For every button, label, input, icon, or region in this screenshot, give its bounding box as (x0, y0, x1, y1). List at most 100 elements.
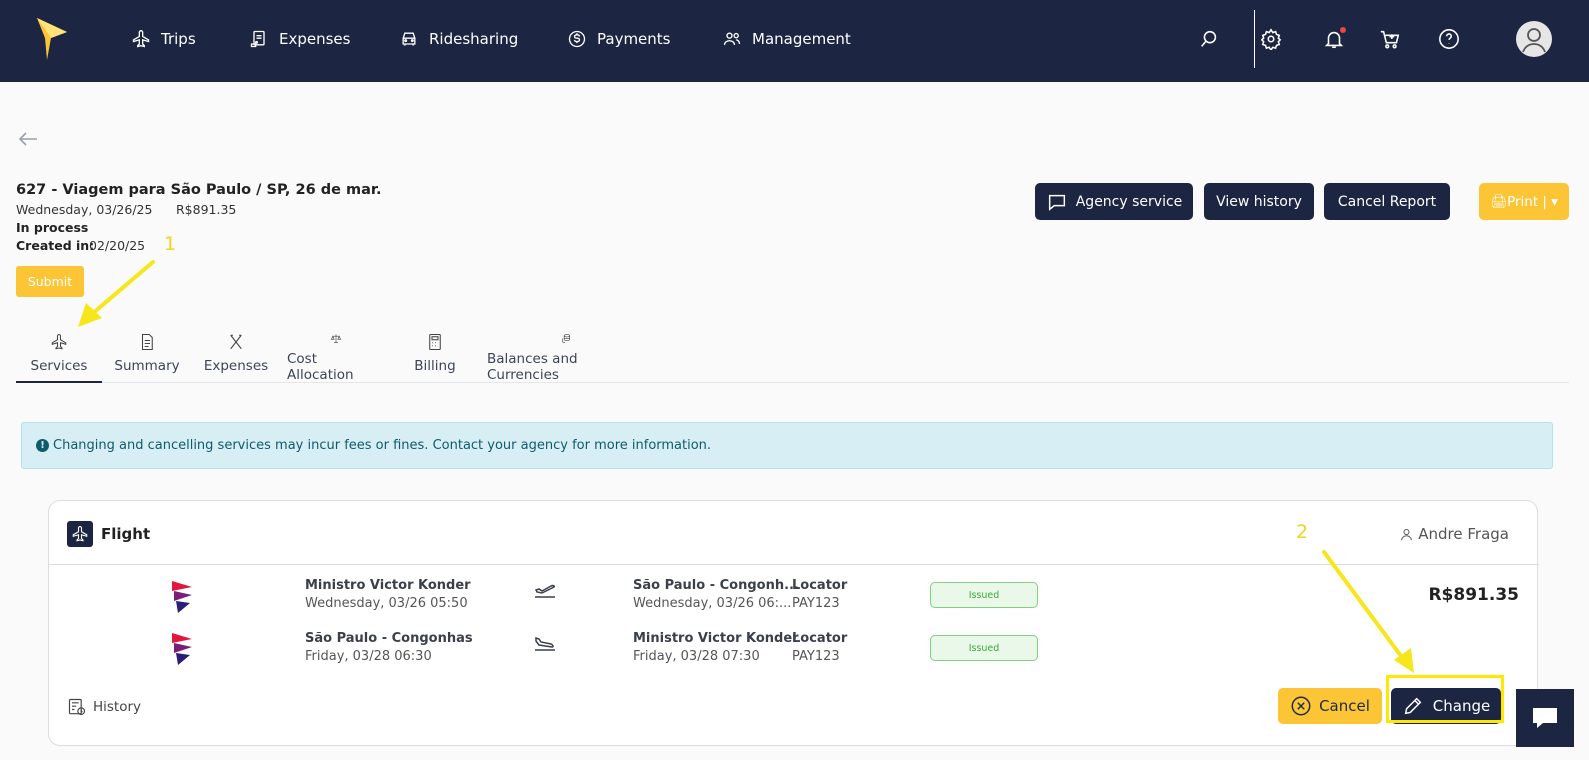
cancel-report-button[interactable]: Cancel Report (1324, 183, 1450, 220)
created-label: Created in: (16, 238, 95, 253)
locator-value: PAY123 (792, 649, 840, 664)
notifications-button[interactable] (1321, 26, 1347, 52)
cancel-service-button[interactable]: Cancel (1278, 688, 1382, 724)
back-button[interactable] (17, 130, 39, 148)
close-circle-icon (1291, 696, 1311, 716)
chat-widget-button[interactable] (1516, 689, 1574, 747)
submit-button[interactable]: Submit (16, 266, 84, 297)
status-badge: Issued (930, 635, 1038, 661)
traveler-name: Andre Fraga (1399, 525, 1509, 543)
calculator-icon (429, 333, 441, 351)
created-value: 02/20/25 (89, 238, 146, 253)
nav-ridesharing-label: Ridesharing (429, 30, 519, 48)
car-icon (402, 32, 416, 46)
info-alert: ! Changing and cancelling services may i… (21, 422, 1553, 469)
cart-button[interactable] (1377, 26, 1403, 52)
flight-price: R$891.35 (1428, 585, 1519, 605)
tab-balances-label: Balances and Currencies (487, 351, 578, 383)
alert-text: Changing and cancelling services may inc… (53, 438, 712, 453)
nav-trips[interactable]: Trips (131, 26, 196, 52)
scale-icon (330, 334, 341, 343)
cart-icon (1380, 30, 1400, 49)
tab-balances-currencies[interactable]: Balances and Currencies (487, 333, 645, 383)
view-history-button[interactable]: View history (1204, 183, 1314, 220)
status-badge: Issued (930, 582, 1038, 608)
notification-dot (1340, 27, 1346, 33)
tab-summary[interactable]: Summary (114, 333, 180, 383)
search-button[interactable] (1196, 26, 1222, 52)
locator-label: Locator (792, 631, 848, 646)
users-icon (723, 32, 741, 45)
flight-card: Flight Andre Fraga Ministro Victor Konde… (48, 500, 1539, 746)
search-icon (1201, 30, 1217, 47)
airline-logo (170, 579, 194, 615)
history-link[interactable]: History (67, 697, 141, 717)
history-icon (68, 698, 86, 716)
landing-icon (533, 632, 557, 652)
segment-origin: Ministro Victor Konder (305, 578, 471, 593)
nav-management[interactable]: Management (722, 26, 851, 52)
annotation-number: 1 (164, 233, 177, 255)
agency-service-button[interactable]: Agency service (1035, 183, 1193, 220)
top-navbar: Trips Expenses Ridesharing Payments Mana… (0, 0, 1589, 82)
avatar[interactable] (1516, 21, 1552, 57)
pencil-icon (1404, 697, 1422, 715)
nav-payments[interactable]: Payments (567, 26, 670, 52)
tab-billing-label: Billing (414, 358, 456, 374)
agency-service-label: Agency service (1075, 193, 1183, 210)
traveler-label: Andre Fraga (1418, 525, 1509, 543)
nav-management-label: Management (752, 30, 851, 48)
change-service-button[interactable]: Change (1391, 688, 1501, 724)
takeoff-icon (533, 579, 557, 599)
segment-departure: Wednesday, 03/26 05:50 (305, 596, 468, 611)
chat-icon (1533, 708, 1557, 728)
segment-arrival: Wednesday, 03/26 06:... (633, 596, 792, 611)
tab-expenses-label: Expenses (203, 358, 269, 374)
airline-logo (170, 631, 194, 667)
cancel-label: Cancel (1319, 697, 1370, 715)
utensils-icon (230, 334, 242, 350)
arrow-left-icon (18, 132, 37, 146)
user-icon (1401, 528, 1413, 540)
tab-services[interactable]: Services (30, 333, 88, 383)
gear-icon (1260, 28, 1282, 50)
tab-cost-allocation-label: Cost Allocation (287, 351, 354, 383)
nav-divider (1254, 10, 1255, 68)
nav-payments-label: Payments (597, 30, 671, 48)
annotation-number: 2 (1296, 521, 1309, 543)
settings-button[interactable] (1258, 26, 1284, 52)
exclamation-icon: ! (36, 439, 49, 452)
report-date: Wednesday, 03/26/25 (16, 202, 153, 217)
print-button[interactable]: 🖨Print | ▾ (1479, 183, 1569, 220)
segment-arrival: Friday, 03/28 07:30 (633, 649, 760, 664)
flight-card-title: Flight (101, 525, 151, 543)
help-button[interactable] (1436, 26, 1462, 52)
segment-origin: São Paulo - Congonhas (305, 631, 473, 646)
nav-ridesharing[interactable]: Ridesharing (399, 26, 518, 52)
nav-expenses[interactable]: Expenses (249, 26, 350, 52)
plane-icon (51, 333, 67, 350)
card-divider (49, 564, 1539, 565)
tab-cost-allocation[interactable]: Cost Allocation (287, 333, 384, 383)
coins-icon (562, 334, 570, 343)
report-title: 627 - Viagem para São Paulo / SP, 26 de … (16, 182, 382, 198)
history-label: History (93, 699, 142, 715)
dollar-circle-icon (568, 30, 586, 48)
tab-expenses[interactable]: Expenses (203, 333, 269, 383)
segment-destination: Ministro Victor Konder (633, 631, 799, 646)
receipt-icon (250, 30, 265, 48)
tab-services-label: Services (30, 358, 88, 374)
nav-expenses-label: Expenses (279, 30, 351, 48)
active-tab-indicator (16, 381, 102, 383)
nav-trips-label: Trips (161, 30, 196, 48)
report-total: R$891.35 (176, 202, 237, 217)
tab-billing[interactable]: Billing (414, 333, 456, 383)
chat-bubble-icon (1048, 194, 1065, 211)
tabs-baseline (16, 382, 1569, 383)
locator-value: PAY123 (792, 596, 840, 611)
app-logo[interactable] (37, 18, 69, 62)
tab-summary-label: Summary (114, 358, 180, 374)
locator-label: Locator (792, 578, 848, 593)
segment-destination: São Paulo - Congonh... (633, 578, 799, 593)
flight-badge (67, 521, 93, 547)
